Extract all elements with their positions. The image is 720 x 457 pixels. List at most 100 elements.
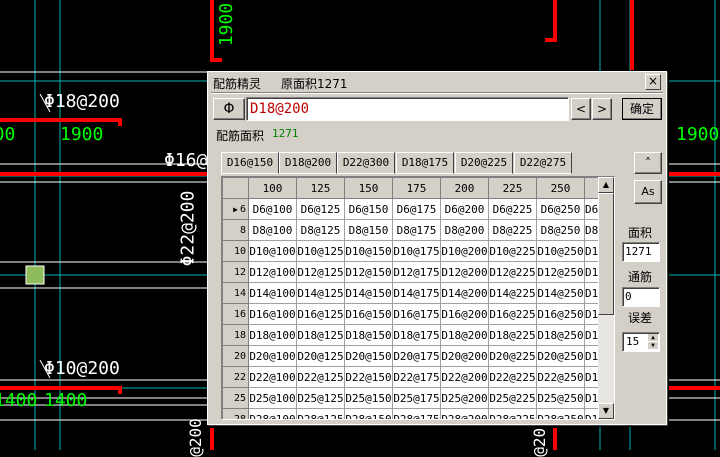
table-cell[interactable]: D14@150 bbox=[344, 282, 393, 304]
table-cell[interactable]: D28@100 bbox=[248, 408, 297, 419]
row-header-diameter[interactable]: ▶ 6 bbox=[222, 198, 249, 220]
bar-symbol-button[interactable]: Φ bbox=[213, 98, 245, 120]
row-header-diameter[interactable]: 14 bbox=[222, 282, 249, 304]
table-row[interactable]: 28 D28@100 D28@125 D28@150 D28@175 D28@200 D28… bbox=[222, 408, 609, 419]
table-cell[interactable]: D8@100 bbox=[248, 219, 297, 241]
table-cell[interactable]: D16@250 bbox=[536, 303, 585, 325]
table-cell[interactable]: D6@225 bbox=[488, 198, 537, 220]
table-cell[interactable]: D28@175 bbox=[392, 408, 441, 419]
table-cell[interactable]: D6@250 bbox=[536, 198, 585, 220]
table-cell[interactable]: D28@200 bbox=[440, 408, 489, 419]
rebar-table[interactable]: 100 125 150 175 200 225 250 ▶ 6 D6@100 D6@1… bbox=[221, 176, 615, 420]
table-cell[interactable]: D8@200 bbox=[440, 219, 489, 241]
column-header[interactable]: 225 bbox=[488, 177, 537, 199]
tab-suggestion-2[interactable]: D18@200 bbox=[279, 152, 337, 174]
table-cell[interactable]: D28@225 bbox=[488, 408, 537, 419]
row-header-diameter[interactable]: 20 bbox=[222, 345, 249, 367]
table-cell[interactable]: D6@150 bbox=[344, 198, 393, 220]
table-cell[interactable]: D22@175 bbox=[392, 366, 441, 388]
table-cell[interactable]: D18@100 bbox=[248, 324, 297, 346]
scroll-up-button[interactable]: ˄ bbox=[634, 152, 662, 174]
table-cell[interactable]: D12@100 bbox=[248, 261, 297, 283]
prev-button[interactable]: < bbox=[571, 98, 591, 120]
table-cell[interactable]: D10@250 bbox=[536, 240, 585, 262]
close-button[interactable]: × bbox=[645, 74, 661, 90]
table-cell[interactable]: D22@250 bbox=[536, 366, 585, 388]
next-button[interactable]: > bbox=[592, 98, 612, 120]
table-cell[interactable]: D16@200 bbox=[440, 303, 489, 325]
tab-suggestion-4[interactable]: D18@175 bbox=[396, 152, 454, 174]
table-cell[interactable]: D20@100 bbox=[248, 345, 297, 367]
table-cell[interactable]: D12@150 bbox=[344, 261, 393, 283]
table-row[interactable]: 22 D22@100 D22@125 D22@150 D22@175 D22@200 D22… bbox=[222, 366, 609, 388]
table-cell[interactable]: D12@200 bbox=[440, 261, 489, 283]
table-cell[interactable]: D22@100 bbox=[248, 366, 297, 388]
tab-suggestion-5[interactable]: D20@225 bbox=[455, 152, 513, 174]
table-cell[interactable]: D28@150 bbox=[344, 408, 393, 419]
table-row[interactable]: 8 D8@100 D8@125 D8@150 D8@175 D8@200 D8@225 D8@… bbox=[222, 219, 609, 241]
table-cell[interactable]: D22@225 bbox=[488, 366, 537, 388]
table-row[interactable]: 16 D16@100 D16@125 D16@150 D16@175 D16@200 D16… bbox=[222, 303, 609, 325]
table-cell[interactable]: D16@225 bbox=[488, 303, 537, 325]
table-cell[interactable]: D10@175 bbox=[392, 240, 441, 262]
column-header[interactable]: 125 bbox=[296, 177, 345, 199]
scroll-up-arrow-icon[interactable]: ▲ bbox=[598, 177, 614, 193]
column-header[interactable]: 200 bbox=[440, 177, 489, 199]
table-cell[interactable]: D16@150 bbox=[344, 303, 393, 325]
row-header-diameter[interactable]: 22 bbox=[222, 366, 249, 388]
table-cell[interactable]: D14@125 bbox=[296, 282, 345, 304]
table-cell[interactable]: D10@200 bbox=[440, 240, 489, 262]
table-cell[interactable]: D12@250 bbox=[536, 261, 585, 283]
table-cell[interactable]: D14@250 bbox=[536, 282, 585, 304]
tab-suggestion-3[interactable]: D22@300 bbox=[337, 152, 395, 174]
tong-field[interactable]: 0 bbox=[622, 287, 660, 307]
table-cell[interactable]: D28@125 bbox=[296, 408, 345, 419]
table-cell[interactable]: D6@100 bbox=[248, 198, 297, 220]
spin-up-icon[interactable]: ▲ bbox=[648, 334, 658, 341]
table-cell[interactable]: D8@150 bbox=[344, 219, 393, 241]
table-cell[interactable]: D10@225 bbox=[488, 240, 537, 262]
row-header-diameter[interactable]: 25 bbox=[222, 387, 249, 409]
scroll-down-arrow-icon[interactable]: ▼ bbox=[598, 403, 614, 419]
table-row[interactable]: 14 D14@100 D14@125 D14@150 D14@175 D14@200 D14… bbox=[222, 282, 609, 304]
table-cell[interactable]: D20@150 bbox=[344, 345, 393, 367]
column-header[interactable]: 175 bbox=[392, 177, 441, 199]
table-cell[interactable]: D6@200 bbox=[440, 198, 489, 220]
as-button[interactable]: As bbox=[634, 180, 662, 204]
table-row[interactable]: 18 D18@100 D18@125 D18@150 D18@175 D18@200 D18… bbox=[222, 324, 609, 346]
row-header-diameter[interactable]: 12 bbox=[222, 261, 249, 283]
table-cell[interactable]: D14@225 bbox=[488, 282, 537, 304]
table-cell[interactable]: D18@175 bbox=[392, 324, 441, 346]
table-cell[interactable]: D6@175 bbox=[392, 198, 441, 220]
table-cell[interactable]: D12@175 bbox=[392, 261, 441, 283]
table-cell[interactable]: D25@100 bbox=[248, 387, 297, 409]
row-header-diameter[interactable]: 28 bbox=[222, 408, 249, 419]
table-row[interactable]: ▶ 6 D6@100 D6@125 D6@150 D6@175 D6@200 D6@225 D6… bbox=[222, 198, 609, 220]
table-cell[interactable]: D22@200 bbox=[440, 366, 489, 388]
table-cell[interactable]: D14@175 bbox=[392, 282, 441, 304]
table-cell[interactable]: D18@200 bbox=[440, 324, 489, 346]
table-cell[interactable]: D20@200 bbox=[440, 345, 489, 367]
table-cell[interactable]: D10@150 bbox=[344, 240, 393, 262]
table-cell[interactable]: D25@225 bbox=[488, 387, 537, 409]
tab-suggestion-1[interactable]: D16@150 bbox=[221, 152, 279, 174]
table-row[interactable]: 20 D20@100 D20@125 D20@150 D20@175 D20@200 D20… bbox=[222, 345, 609, 367]
table-cell[interactable]: D20@250 bbox=[536, 345, 585, 367]
table-cell[interactable]: D12@225 bbox=[488, 261, 537, 283]
table-cell[interactable]: D18@150 bbox=[344, 324, 393, 346]
area-field[interactable]: 1271 bbox=[622, 242, 660, 262]
table-cell[interactable]: D12@125 bbox=[296, 261, 345, 283]
table-cell[interactable]: D25@200 bbox=[440, 387, 489, 409]
table-cell[interactable]: D16@175 bbox=[392, 303, 441, 325]
table-cell[interactable]: D25@150 bbox=[344, 387, 393, 409]
scroll-thumb[interactable] bbox=[598, 193, 614, 315]
column-header[interactable]: 150 bbox=[344, 177, 393, 199]
table-cell[interactable]: D20@225 bbox=[488, 345, 537, 367]
table-row[interactable]: 12 D12@100 D12@125 D12@150 D12@175 D12@200 D12… bbox=[222, 261, 609, 283]
error-spinner[interactable]: 15 ▲ ▼ bbox=[622, 332, 660, 352]
table-cell[interactable]: D14@200 bbox=[440, 282, 489, 304]
table-cell[interactable]: D8@250 bbox=[536, 219, 585, 241]
table-cell[interactable]: D18@125 bbox=[296, 324, 345, 346]
table-cell[interactable]: D18@250 bbox=[536, 324, 585, 346]
table-cell[interactable]: D6@125 bbox=[296, 198, 345, 220]
